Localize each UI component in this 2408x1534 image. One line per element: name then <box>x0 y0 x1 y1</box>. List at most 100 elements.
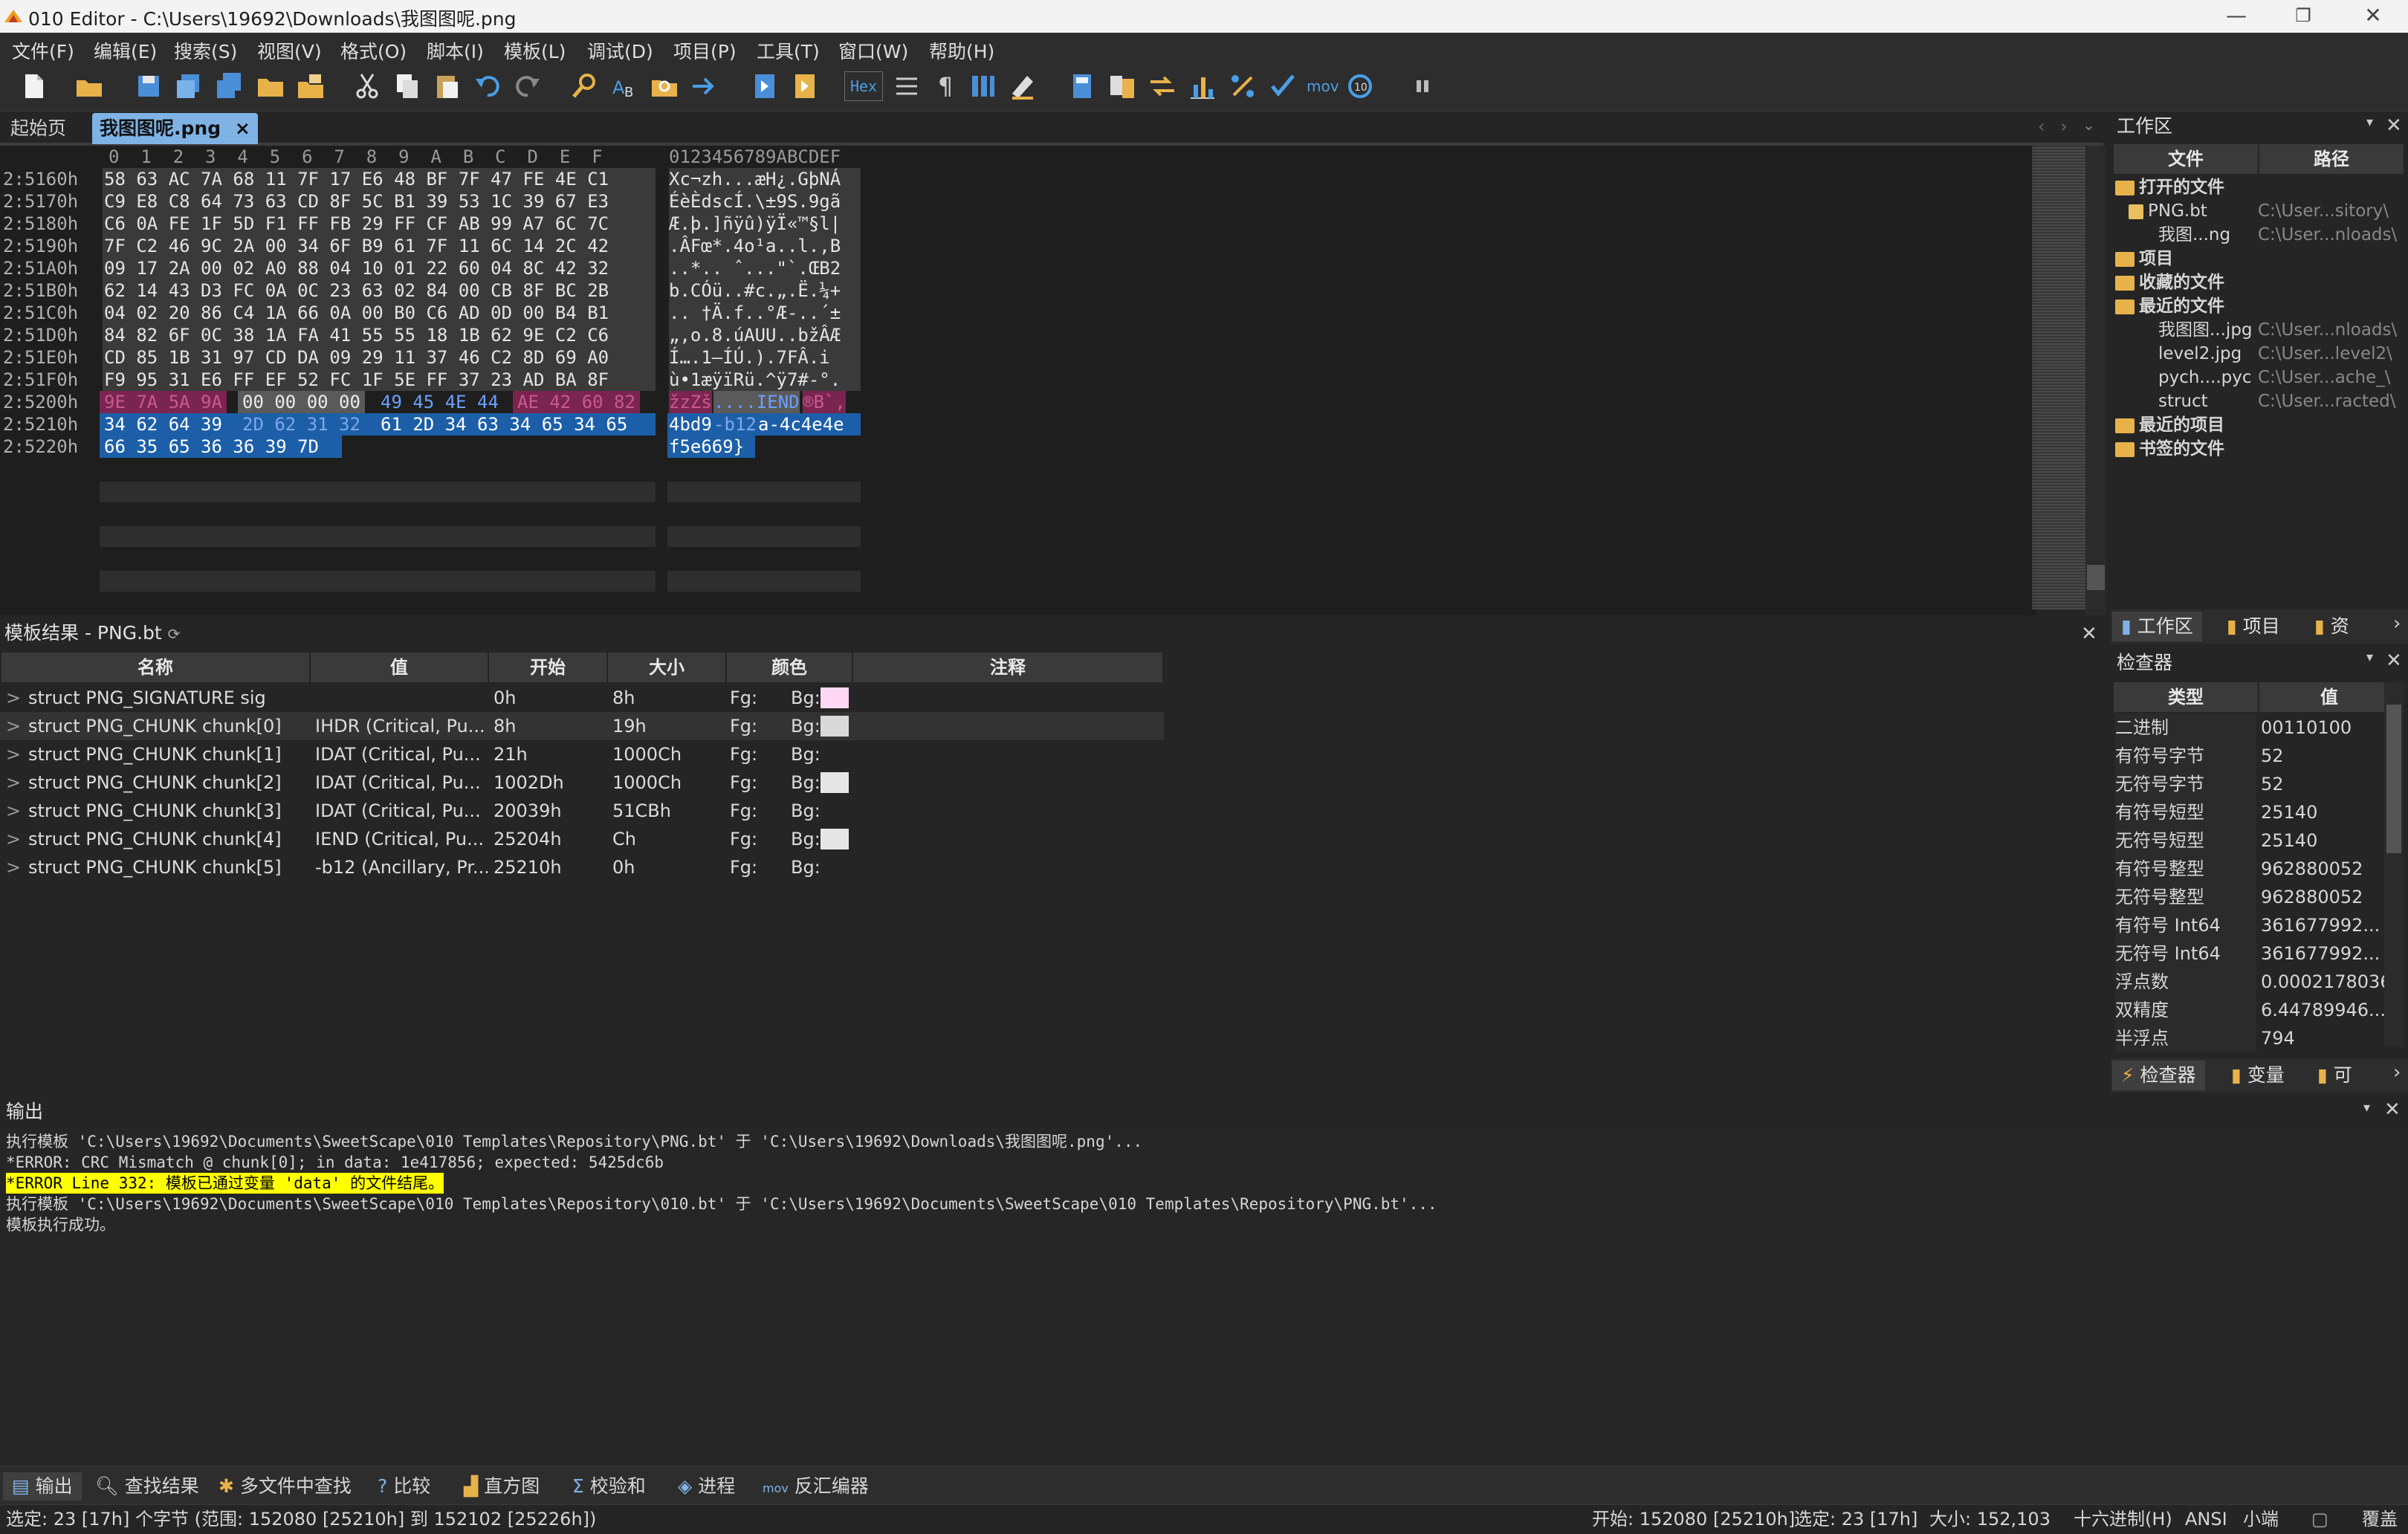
pause-icon[interactable] <box>1408 71 1437 101</box>
inspector-value[interactable]: 52 <box>2261 742 2384 770</box>
tab-file[interactable]: 我图图呢.png × <box>92 113 258 144</box>
hex-row[interactable]: CD 85 1B 31 97 CD DA 09 29 11 37 46 C2 8… <box>103 346 656 369</box>
hex-row[interactable]: C6 0A FE 1F 5D F1 FF FB 29 FF CF AB 99 A… <box>103 213 656 235</box>
new-file-icon[interactable] <box>19 71 49 101</box>
percent-icon[interactable] <box>1228 71 1258 101</box>
hex-scrollbar-thumb[interactable] <box>2087 565 2105 590</box>
file-minimap[interactable] <box>2032 146 2085 609</box>
bg-color-swatch[interactable] <box>821 716 849 737</box>
tab-find-in-files[interactable]: ✱ 多文件中查找 <box>219 1472 352 1501</box>
menu-script[interactable]: 脚本(I) <box>427 37 484 64</box>
tab-resources[interactable]: ▮ 资 <box>2310 612 2354 641</box>
inspector-row[interactable]: 半浮点 794 <box>2111 1024 2401 1052</box>
output-text-area[interactable]: 执行模板 'C:\Users\19692\Documents\SweetScap… <box>0 1128 2408 1464</box>
col-name[interactable]: 名称 <box>1 653 311 682</box>
save-as-icon[interactable] <box>174 71 204 101</box>
inspector-row[interactable]: 无符号字节 52 <box>2111 770 2401 798</box>
tab-disassembler[interactable]: mov 反汇编器 <box>763 1472 869 1501</box>
save-icon[interactable] <box>134 71 164 101</box>
inspector-value[interactable]: 00110100 <box>2261 713 2384 742</box>
template-row[interactable]: > struct PNG_CHUNK chunk[5] -b12 (Ancillar… <box>0 853 1164 881</box>
col-size[interactable]: 大小 <box>608 653 727 682</box>
col-color[interactable]: 颜色 <box>727 653 853 682</box>
close-window-button[interactable]: ✕ <box>2340 0 2407 33</box>
status-overwrite[interactable]: 覆盖 <box>2362 1505 2398 1533</box>
menu-window[interactable]: 窗口(W) <box>838 37 908 64</box>
inspector-value[interactable]: 361677992... <box>2261 939 2384 968</box>
find-icon[interactable] <box>569 71 599 101</box>
save-all-icon[interactable] <box>214 71 244 101</box>
template-row[interactable]: > struct PNG_SIGNATURE sig 0h 8h Fg: Bg: <box>0 684 1164 712</box>
tab-scroll-left-icon[interactable]: ‹ <box>2038 116 2045 137</box>
goto-icon[interactable] <box>690 71 719 101</box>
bg-color-swatch[interactable] <box>821 772 849 793</box>
template-row[interactable]: > struct PNG_CHUNK chunk[4] IEND (Critical… <box>0 825 1164 853</box>
text-row-5220-selected[interactable]: f5e669} <box>667 436 755 458</box>
col-type[interactable]: 类型 <box>2114 682 2259 712</box>
template-row[interactable]: > struct PNG_CHUNK chunk[2] IDAT (Critical… <box>0 768 1164 797</box>
expand-icon[interactable]: > <box>6 853 21 881</box>
inspector-value[interactable]: 6.44789946... <box>2261 996 2384 1024</box>
copy-icon[interactable] <box>392 71 422 101</box>
tab-workspace[interactable]: ▮ 工作区 <box>2112 612 2202 641</box>
replace-icon[interactable]: AB <box>609 71 639 101</box>
output-menu-icon[interactable]: ▾ <box>2363 1100 2370 1116</box>
tree-recent-files[interactable]: 最近的文件 <box>2115 294 2224 318</box>
tree-recent-item[interactable]: level2.jpg <box>2158 342 2242 366</box>
expand-icon[interactable]: > <box>6 712 21 740</box>
hex-row[interactable]: C9 E8 C8 64 73 63 CD 8F 5C B1 39 53 1C 3… <box>103 190 656 213</box>
inspector-scrollbar-thumb[interactable] <box>2386 705 2401 853</box>
tab-scroll-right-icon[interactable]: › <box>2060 116 2068 137</box>
hex-row[interactable]: 84 82 6F 0C 38 1A FA 41 55 55 18 1B 62 9… <box>103 324 656 346</box>
inspector-row[interactable]: 有符号 Int64 361677992... <box>2111 911 2401 939</box>
text-row[interactable]: ÉèÈdscÍ.\±9S.9gã <box>669 190 861 213</box>
refresh-icon[interactable]: ⟳ <box>168 625 181 643</box>
menu-view[interactable]: 视图(V) <box>257 37 322 64</box>
tab-project[interactable]: ▮ 项目 <box>2222 612 2285 641</box>
status-endian[interactable]: 小端 <box>2243 1505 2279 1533</box>
redo-icon[interactable] <box>513 71 543 101</box>
undo-icon[interactable] <box>473 71 502 101</box>
text-row[interactable]: „‚o.8.úAUU..bžÂÆ <box>669 324 861 346</box>
tree-item-png-bt[interactable]: PNG.bt <box>2129 199 2207 223</box>
inspector-value[interactable]: 52 <box>2261 770 2384 798</box>
menu-file[interactable]: 文件(F) <box>12 37 74 64</box>
text-row[interactable]: Í….1—ÍÚ.).7FÂ.i <box>669 346 861 369</box>
hex-row-5210-selected[interactable]: 34 62 64 39 2D 62 31 32 61 2D 34 63 34 6… <box>100 413 656 436</box>
status-edit-mode[interactable]: 十六进制(H) <box>2074 1505 2172 1533</box>
menu-tools[interactable]: 工具(T) <box>757 37 820 64</box>
hex-row-5220-selected[interactable]: 66 35 65 36 36 39 7D <box>100 436 342 458</box>
text-row[interactable]: b.CÓü..#c.„.Ë.¼+ <box>669 279 861 302</box>
menu-format[interactable]: 格式(O) <box>340 37 407 64</box>
length-bytes[interactable]: 00 00 00 00 <box>238 391 365 413</box>
expand-icon[interactable]: > <box>6 740 21 768</box>
tab-variables[interactable]: ▮ 变量 <box>2227 1061 2289 1090</box>
tabs-scroll-right-icon[interactable]: › <box>2393 1061 2401 1084</box>
tab-compare[interactable]: ? 比较 <box>378 1472 430 1501</box>
open-file-icon[interactable] <box>74 71 104 101</box>
inspector-row[interactable]: 双精度 6.44789946... <box>2111 996 2401 1024</box>
disassembler-button[interactable]: mov <box>1307 71 1341 101</box>
inspector-value[interactable]: 962880052 <box>2261 883 2384 911</box>
expand-icon[interactable]: > <box>6 768 21 797</box>
inspector-value[interactable]: 962880052 <box>2261 855 2384 883</box>
tab-bookmarks[interactable]: ▮ 可 <box>2313 1061 2357 1090</box>
menu-project[interactable]: 项目(P) <box>673 37 737 64</box>
maximize-button[interactable]: ❐ <box>2270 0 2337 33</box>
template-row[interactable]: > struct PNG_CHUNK chunk[0] IHDR (Critical… <box>0 712 1164 740</box>
close-tab-icon[interactable]: × <box>235 117 250 139</box>
hex-row[interactable]: 62 14 43 D3 FC 0A 0C 23 63 02 84 00 CB 8… <box>103 279 656 302</box>
workspace-menu-icon[interactable]: ▾ <box>2366 114 2373 130</box>
cut-icon[interactable] <box>352 71 382 101</box>
inspector-row[interactable]: 无符号整型 962880052 <box>2111 883 2401 911</box>
run-script-icon[interactable] <box>751 71 780 101</box>
convert-icon[interactable] <box>1148 71 1177 101</box>
col-file[interactable]: 文件 <box>2114 144 2259 174</box>
menu-help[interactable]: 帮助(H) <box>929 37 994 64</box>
col-comment[interactable]: 注释 <box>853 653 1164 682</box>
inspector-close-icon[interactable]: ✕ <box>2386 650 2402 672</box>
text-row[interactable]: .. †Ä.f..°Æ-..´± <box>669 302 861 324</box>
template-row[interactable]: > struct PNG_CHUNK chunk[1] IDAT (Critical… <box>0 740 1164 768</box>
status-size[interactable]: 大小: 152,103 <box>1929 1505 2051 1533</box>
inspector-row[interactable]: 无符号短型 25140 <box>2111 826 2401 855</box>
